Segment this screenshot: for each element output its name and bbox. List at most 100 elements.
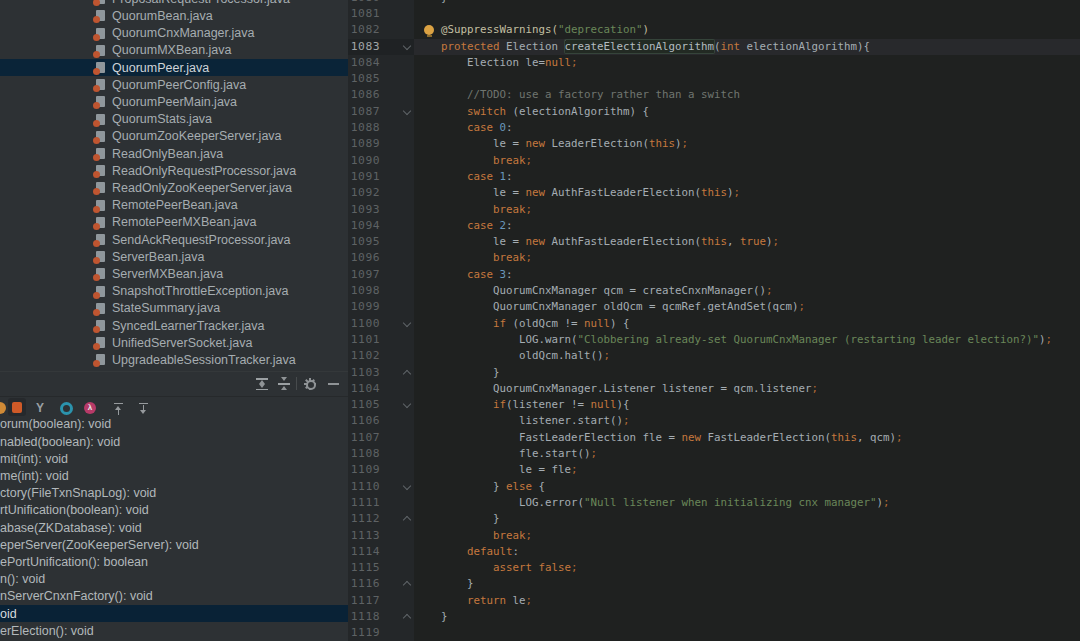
code-line: 1107 FastLeaderElection fle = new FastLe… (348, 430, 1080, 446)
tree-item[interactable]: QuorumStats.java (0, 111, 348, 128)
fold-marker-collapse[interactable] (404, 43, 411, 50)
intention-bulb-icon[interactable] (424, 25, 434, 35)
code-line: 1085 (348, 71, 1080, 87)
code-editor[interactable]: 1080 }10811082 @SuppressWarnings("deprec… (348, 0, 1080, 641)
java-class-file-icon (96, 354, 105, 365)
tree-item[interactable]: QuorumCnxManager.java (0, 25, 348, 42)
line-number: 1109 (348, 462, 380, 478)
line-number: 1118 (348, 609, 380, 625)
tree-item[interactable]: QuorumBean.java (0, 7, 348, 24)
code-line: 1097 case 3: (348, 267, 1080, 283)
tree-item[interactable]: ReadOnlyRequestProcessor.java (0, 162, 348, 179)
collapse-all-icon[interactable] (277, 377, 291, 391)
move-up-icon[interactable] (112, 402, 125, 415)
structure-item[interactable]: nabled(boolean): void (0, 433, 348, 450)
structure-item[interactable]: rtUnification(boolean): void (0, 502, 348, 519)
tree-item[interactable]: UpgradeableSessionTracker.java (0, 351, 348, 368)
line-number: 1091 (348, 169, 380, 185)
line-number: 1082 (348, 22, 380, 38)
structure-item[interactable]: orum(boolean): void (0, 416, 348, 433)
clipped-toolbar-icon[interactable] (0, 402, 6, 414)
fold-marker-collapse-end[interactable] (404, 371, 411, 378)
tree-item-label: RemotePeerBean.java (112, 198, 238, 212)
tree-item-label: ProposalRequestProcessor.java (112, 0, 290, 6)
hide-panel-icon[interactable] (327, 377, 341, 391)
tree-item[interactable]: ServerBean.java (0, 248, 348, 265)
visibility-icon[interactable] (60, 402, 73, 415)
structure-item[interactable]: ctory(FileTxnSnapLog): void (0, 485, 348, 502)
structure-item[interactable]: nServerCnxnFactory(): void (0, 588, 348, 605)
tree-item-label: RemotePeerMXBean.java (112, 215, 257, 229)
fold-marker-collapse[interactable] (404, 483, 411, 490)
tree-item-label: ReadOnlyRequestProcessor.java (112, 164, 296, 178)
line-number: 1092 (348, 185, 380, 201)
structure-item[interactable]: abase(ZKDatabase): void (0, 519, 348, 536)
code-line: 1108 fle.start(); (348, 446, 1080, 462)
filter-icon[interactable]: Y (36, 402, 44, 415)
structure-item[interactable]: eperServer(ZooKeeperServer): void (0, 536, 348, 553)
java-class-file-icon (96, 217, 105, 228)
lambda-icon[interactable]: λ (84, 402, 96, 414)
tree-footer-toolbar (0, 371, 348, 396)
tree-item[interactable]: SyncedLearnerTracker.java (0, 317, 348, 334)
java-class-file-icon (96, 251, 105, 262)
structure-item[interactable]: me(int): void (0, 467, 348, 484)
tree-item[interactable]: UnifiedServerSocket.java (0, 334, 348, 351)
structure-item[interactable]: oid (0, 605, 348, 622)
code-line: 1102 oldQcm.halt(); (348, 348, 1080, 364)
line-number: 1084 (348, 55, 380, 71)
code-line: 1095 le = new AuthFastLeaderElection(thi… (348, 234, 1080, 250)
tree-item[interactable]: ReadOnlyBean.java (0, 145, 348, 162)
tree-item-label: QuorumMXBean.java (112, 43, 232, 57)
line-number: 1085 (348, 71, 380, 87)
line-number: 1081 (348, 6, 380, 22)
fold-marker-collapse-end[interactable] (404, 582, 411, 589)
line-number: 1088 (348, 120, 380, 136)
structure-item[interactable]: n(): void (0, 571, 348, 588)
tree-item[interactable]: ServerMXBean.java (0, 265, 348, 282)
expand-all-icon[interactable] (255, 377, 269, 391)
fold-marker-collapse-end[interactable] (404, 517, 411, 524)
line-number: 1107 (348, 430, 380, 446)
tree-item[interactable]: QuorumMXBean.java (0, 42, 348, 59)
line-number: 1101 (348, 332, 380, 348)
tree-item-label: ServerBean.java (112, 250, 204, 264)
tree-item[interactable]: ReadOnlyZooKeeperServer.java (0, 179, 348, 196)
line-number: 1099 (348, 299, 380, 315)
java-class-file-icon (96, 114, 105, 125)
java-class-file-icon (96, 234, 105, 245)
line-number: 1115 (348, 560, 380, 576)
tree-item[interactable]: SendAckRequestProcessor.java (0, 231, 348, 248)
fields-icon[interactable] (12, 402, 22, 413)
code-line: 1112 } (348, 511, 1080, 527)
java-class-file-icon (96, 200, 105, 211)
structure-item-label: ePortUnification(): boolean (0, 555, 148, 569)
tree-item[interactable]: StateSummary.java (0, 300, 348, 317)
structure-item[interactable]: ePortUnification(): boolean (0, 553, 348, 570)
code-line: 1114 default: (348, 544, 1080, 560)
code-line: 1098 QuorumCnxManager qcm = createCnxnMa… (348, 283, 1080, 299)
line-number: 1112 (348, 511, 380, 527)
structure-item[interactable]: mit(int): void (0, 450, 348, 467)
fold-marker-collapse[interactable] (404, 320, 411, 327)
tree-item[interactable]: QuorumPeerConfig.java (0, 76, 348, 93)
fold-marker-collapse[interactable] (404, 108, 411, 115)
tree-item[interactable]: QuorumZooKeeperServer.java (0, 128, 348, 145)
fold-marker-collapse[interactable] (404, 401, 411, 408)
code-line: 1084 Election le=null; (348, 55, 1080, 71)
tree-item[interactable]: QuorumPeer.java (0, 59, 348, 76)
line-number: 1093 (348, 202, 380, 218)
tree-item[interactable]: QuorumPeerMain.java (0, 93, 348, 110)
structure-item[interactable]: erElection(): void (0, 622, 348, 639)
tree-item[interactable]: SnapshotThrottleException.java (0, 283, 348, 300)
tree-item[interactable]: RemotePeerBean.java (0, 197, 348, 214)
java-class-file-icon (96, 28, 105, 39)
tree-item[interactable]: ProposalRequestProcessor.java (0, 0, 348, 7)
fold-marker-collapse-end[interactable] (404, 615, 411, 622)
java-class-file-icon (96, 268, 105, 279)
structure-item-label: eperServer(ZooKeeperServer): void (0, 538, 199, 552)
move-down-icon[interactable] (137, 402, 150, 415)
settings-gear-icon[interactable] (303, 377, 317, 391)
code-line: 1096 break; (348, 250, 1080, 266)
tree-item[interactable]: RemotePeerMXBean.java (0, 214, 348, 231)
